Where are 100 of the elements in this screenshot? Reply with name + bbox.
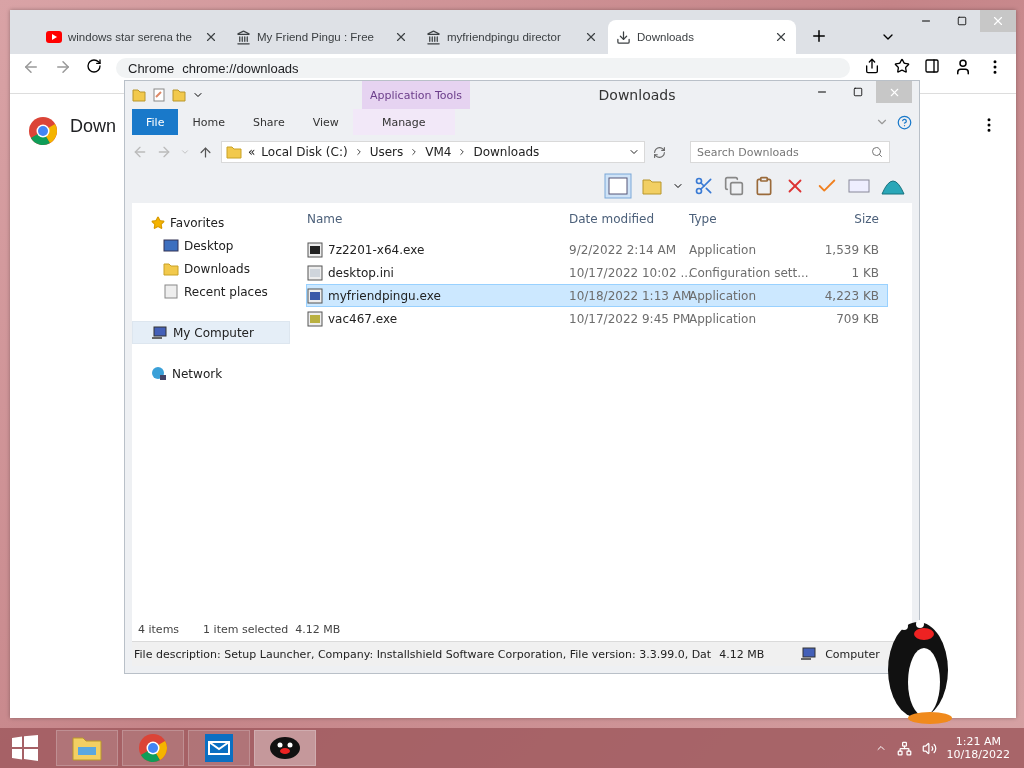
folder-icon xyxy=(72,735,102,761)
profile-icon[interactable] xyxy=(954,58,972,76)
location-label: Computer xyxy=(825,647,880,661)
browser-tab[interactable]: windows star serena the xyxy=(38,20,226,54)
file-row[interactable]: myfriendpingu.exe 10/18/2022 1:13 AMApplication 4,223 KB xyxy=(306,284,888,307)
cut-icon[interactable] xyxy=(694,176,714,196)
preview-pane-icon[interactable] xyxy=(604,173,632,199)
browser-tab[interactable]: myfriendpingu director xyxy=(418,20,606,54)
context-tab-label: Application Tools xyxy=(362,81,471,109)
site-label: Chrome xyxy=(128,60,175,76)
forward-icon[interactable] xyxy=(54,58,72,76)
file-description: File description: Setup Launcher, Company: Installshield Software Corporation, File version: 3.3.99.0, Dat xyxy=(134,647,712,661)
breadcrumb[interactable]: Users xyxy=(369,145,404,159)
type-cell-text: Application xyxy=(689,288,758,303)
back-icon[interactable] xyxy=(22,58,40,76)
globe-icon xyxy=(151,366,167,381)
side-panel-icon[interactable] xyxy=(924,58,940,74)
maximize-icon xyxy=(853,87,863,97)
file-icon xyxy=(307,287,323,304)
taskbar-app[interactable] xyxy=(188,730,250,766)
penguin-face-icon xyxy=(269,736,301,760)
type-cell-text: Application xyxy=(689,242,758,257)
item-count: 4 items xyxy=(138,622,180,636)
breadcrumb[interactable]: VM4 xyxy=(425,145,452,159)
browser-tab[interactable]: My Friend Pingu : Free xyxy=(228,20,416,54)
refresh-icon[interactable] xyxy=(653,145,666,159)
column-header[interactable]: Name xyxy=(307,211,569,226)
close-icon[interactable] xyxy=(774,30,788,44)
up-icon[interactable] xyxy=(198,144,213,160)
taskbar-app[interactable] xyxy=(254,730,316,766)
reload-icon[interactable] xyxy=(86,58,102,74)
breadcrumb[interactable]: Local Disk (C:) xyxy=(261,145,348,159)
url-text: chrome://downloads xyxy=(182,60,299,76)
help-icon[interactable] xyxy=(897,114,912,130)
search-field[interactable]: Search Downloads xyxy=(690,141,890,163)
ribbon-tab[interactable]: File xyxy=(132,109,179,135)
ribbon-tab[interactable]: Manage xyxy=(352,109,455,135)
nav-item[interactable]: Desktop xyxy=(132,234,290,257)
size-cell-text: 4,223 KB xyxy=(823,288,879,303)
file-name: desktop.ini xyxy=(307,264,569,281)
new-tab-icon[interactable] xyxy=(810,27,828,45)
volume-icon[interactable] xyxy=(921,740,937,756)
file-name: myfriendpingu.exe xyxy=(307,287,569,304)
column-header[interactable]: Date modified xyxy=(569,211,689,226)
building-icon xyxy=(236,29,251,45)
size-cell-text: 1 KB xyxy=(850,265,879,280)
star-icon xyxy=(151,215,165,230)
ribbon-tab[interactable]: Share xyxy=(238,109,299,135)
folder-icon xyxy=(163,261,179,276)
folder-icon xyxy=(226,145,242,159)
nav-item[interactable]: Recent places xyxy=(132,280,290,303)
date-cell: 10/17/2022 9:45 PM xyxy=(569,311,689,326)
file-name: 7z2201-x64.exe xyxy=(307,241,569,258)
file-icon xyxy=(307,310,323,327)
share-icon[interactable] xyxy=(864,58,880,74)
search-icon xyxy=(871,146,883,158)
browser-tab[interactable]: Downloads xyxy=(608,20,796,54)
size-cell-text: 709 KB xyxy=(835,311,879,326)
selection-info: 1 item selected 4.12 MB xyxy=(203,622,341,636)
paste-icon[interactable] xyxy=(754,176,774,196)
file-row[interactable]: 7z2201-x64.exe 9/2/2022 2:14 AM Application 1,539 KB xyxy=(306,238,888,261)
column-header[interactable]: Size xyxy=(809,211,879,226)
ribbon-tab[interactable]: Home xyxy=(178,109,239,135)
address-field[interactable]: « Local Disk (C:) Users VM4 Downloads xyxy=(221,141,645,163)
nav-item[interactable]: Network xyxy=(132,362,290,385)
page-title: Down xyxy=(70,116,117,137)
address-bar[interactable]: Chrome chrome://downloads xyxy=(116,58,850,78)
mail-icon xyxy=(205,734,233,762)
properties-icon[interactable] xyxy=(152,88,166,102)
clock[interactable]: 1:21 AM 10/18/2022 xyxy=(946,735,1010,761)
file-name: vac467.exe xyxy=(307,310,569,327)
maximize-icon xyxy=(957,16,967,26)
file-icon xyxy=(307,241,323,258)
computer-icon xyxy=(800,647,818,661)
nav-item[interactable]: Downloads xyxy=(132,257,290,280)
close-icon[interactable] xyxy=(204,30,218,44)
play-icon xyxy=(46,31,62,43)
breadcrumb[interactable]: Downloads xyxy=(473,145,540,159)
new-folder-icon[interactable] xyxy=(172,88,186,102)
date-cell: 10/17/2022 10:02 ... xyxy=(569,265,689,280)
overflow-chevrons[interactable]: « xyxy=(248,145,256,159)
nav-item[interactable]: Favorites xyxy=(132,211,290,234)
building-icon xyxy=(426,29,441,45)
nav-item[interactable]: My Computer xyxy=(132,321,290,344)
ribbon-tab[interactable]: View xyxy=(298,109,353,135)
file-row[interactable]: vac467.exe 10/17/2022 9:45 PMApplication 709 KB xyxy=(306,307,888,330)
column-header[interactable]: Type xyxy=(689,211,809,226)
close-icon[interactable] xyxy=(394,30,408,44)
copy-icon[interactable] xyxy=(724,176,744,196)
type-cell: Configuration sett... xyxy=(689,265,809,280)
folder-icon xyxy=(132,88,146,102)
network-icon[interactable] xyxy=(896,740,912,756)
size-cell-text: 1,539 KB xyxy=(823,242,879,257)
file-row[interactable]: desktop.ini 10/17/2022 10:02 ...Configuration sett... 1 KB xyxy=(306,261,888,284)
close-icon xyxy=(991,14,1005,28)
document-icon xyxy=(163,284,179,299)
close-icon[interactable] xyxy=(584,30,598,44)
bookmark-star-icon[interactable] xyxy=(894,58,910,74)
computer-icon xyxy=(151,325,168,340)
windows-logo-icon[interactable] xyxy=(12,735,38,761)
